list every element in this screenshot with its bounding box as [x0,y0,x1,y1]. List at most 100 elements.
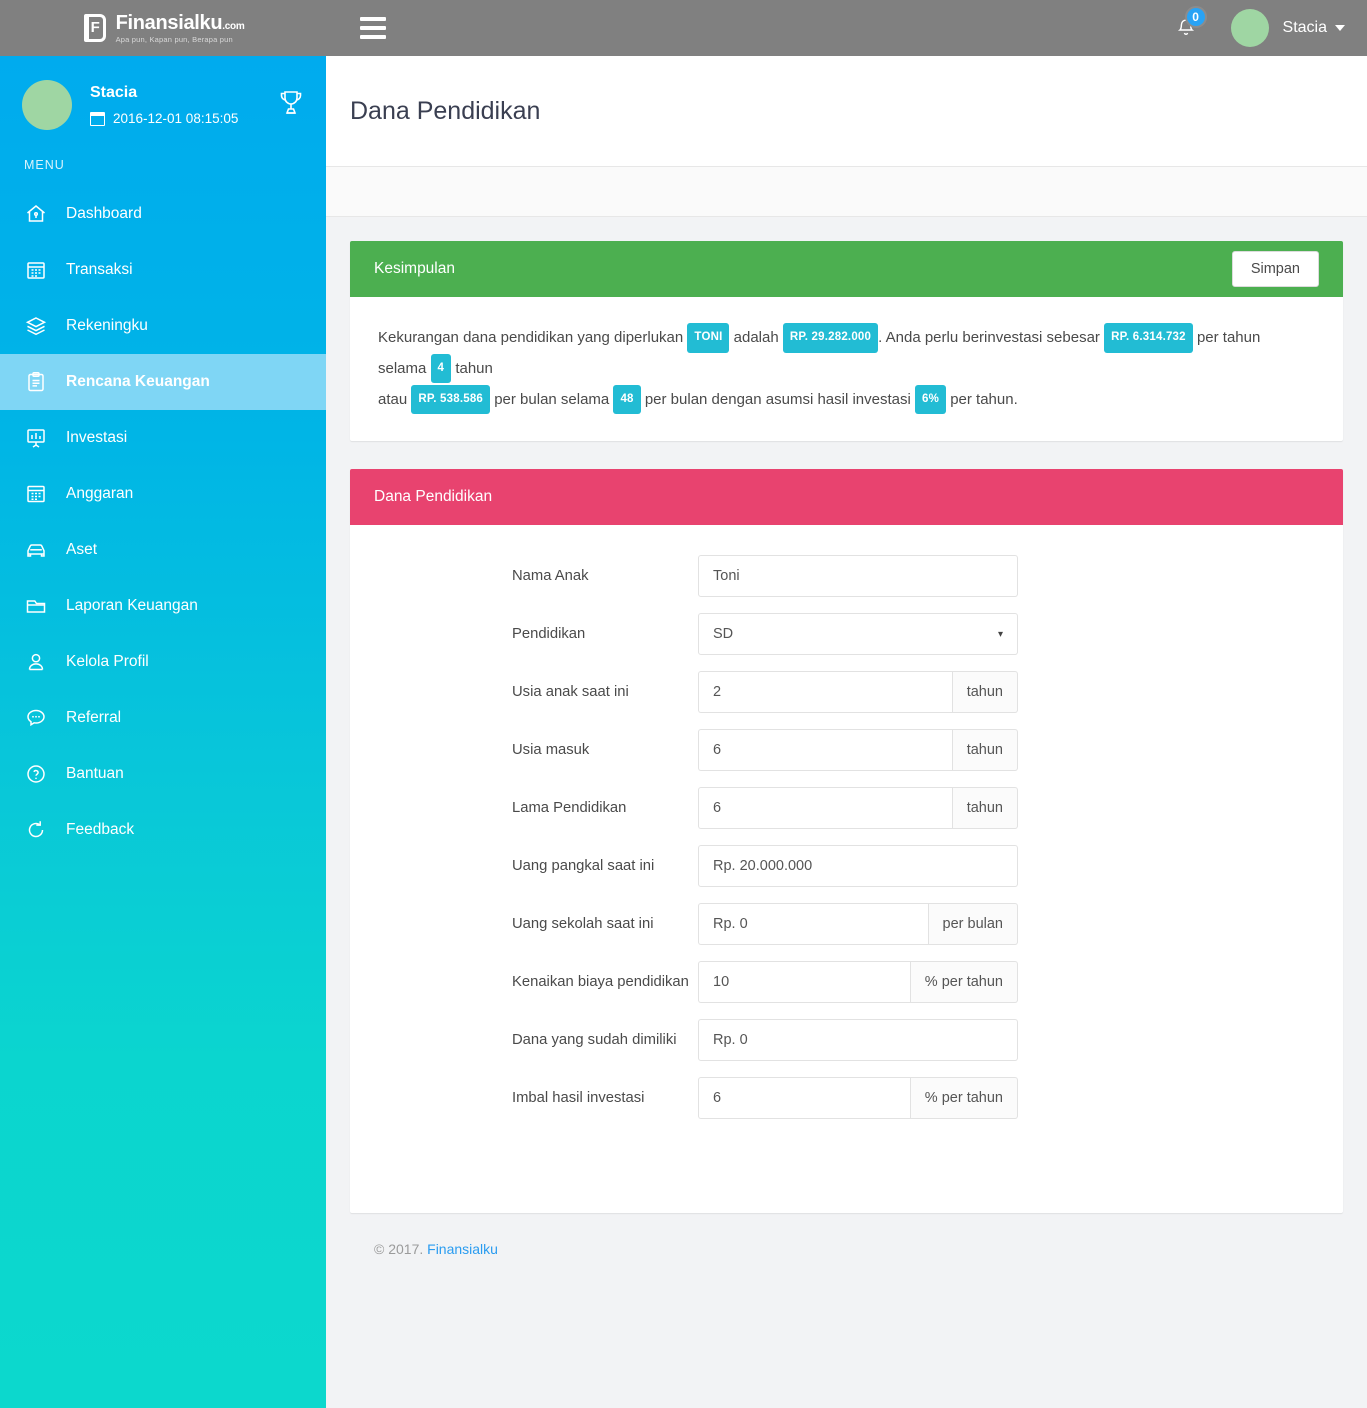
input-addon-kenaikan-biaya-pendidikan: % per tahun [909,961,1018,1004]
tag-return-rate: 6% [915,384,947,415]
trophy-icon[interactable] [278,89,304,122]
sidebar-item-label: Bantuan [66,765,124,782]
sidebar-item-aset[interactable]: Aset [0,522,326,578]
input-addon-uang-sekolah-saat-ini: per bulan [927,903,1018,946]
form-field-dana-yang-sudah-dimiliki: Rp. 0 [698,1019,1018,1062]
form-panel-body: Nama Anak Toni Pendidikan SD ▾ Usia anak saa… [350,525,1343,1213]
chevron-down-icon: ▾ [997,628,1003,640]
form-row: Imbal hasil investasi 6 % per tahun [350,1077,1343,1120]
sidebar-item-anggaran[interactable]: Anggaran [0,466,326,522]
footer-copyright: © 2017. [374,1241,424,1258]
input-usia-anak-saat-ini[interactable]: 2 [698,671,952,714]
tag-shortfall-amount: RP. 29.282.000 [782,323,879,353]
summary-line1-d: per tahun [1196,329,1261,346]
input-addon-usia-masuk: tahun [951,729,1018,772]
notifications-button[interactable]: 0 [1163,6,1209,48]
input-lama-pendidikan[interactable]: 6 [698,787,952,830]
sidebar-item-kelola-profil[interactable]: Kelola Profil [0,634,326,690]
sidebar-nav: Dashboard Transaksi Rekeningku Rencana Keua… [0,186,326,858]
form-row: Pendidikan SD ▾ [350,613,1343,656]
form-label-usia-anak-saat-ini: Usia anak saat ini [512,684,629,701]
sidebar-profile-info: Stacia 2016-12-01 08:15:05 [90,84,238,126]
user-menu-label[interactable]: Stacia [1283,19,1327,37]
input-usia-masuk[interactable]: 6 [698,729,952,772]
form-panel-title: Dana Pendidikan [374,488,493,506]
tag-yearly-investment: RP. 6.314.732 [1104,323,1193,353]
summary-line3-d: per tahun. [950,390,1018,408]
form-label-kenaikan-biaya-pendidikan: Kenaikan biaya pendidikan [512,974,689,991]
input-value-uang-sekolah-saat-ini: Rp. 0 [713,916,748,933]
sidebar-item-rencana-keuangan[interactable]: Rencana Keuangan [0,354,326,410]
sidebar-profile-name: Stacia [90,84,138,101]
brand-logo[interactable]: Finansialku.com Apa pun, Kapan pun, Bera… [0,0,326,56]
form-label-uang-sekolah-saat-ini: Uang sekolah saat ini [512,916,654,933]
user-icon [24,650,54,674]
footer-brand-link[interactable]: Finansialku [427,1241,498,1257]
avatar[interactable] [1230,9,1269,47]
input-uang-pangkal-saat-ini[interactable]: Rp. 20.000.000 [698,845,1018,888]
form-field-nama-anak: Toni [698,555,1018,598]
sidebar-item-label: Aset [66,541,98,558]
sidebar-item-label: Transaksi [66,261,133,278]
sidebar-item-dashboard[interactable]: Dashboard [0,186,326,242]
tag-months: 48 [613,384,641,415]
summary-line1-c: . Anda perlu berinvestasi sebesar [878,329,1100,346]
content-area: Kesimpulan Simpan Kekurangan dana pendid… [326,217,1367,1281]
form-field-usia-anak-saat-ini: 2 tahun [698,671,1018,714]
form-label-uang-pangkal-saat-ini: Uang pangkal saat ini [512,858,655,875]
sidebar-avatar[interactable] [22,80,72,130]
home-icon [24,202,54,226]
sidebar-item-rekeningku[interactable]: Rekeningku [0,298,326,354]
tag-child-name: TONI [687,323,730,353]
tag-years: 4 [430,353,452,384]
form-field-kenaikan-biaya-pendidikan: 10 % per tahun [698,961,1018,1004]
input-uang-sekolah-saat-ini[interactable]: Rp. 0 [698,903,928,946]
form-row: Kenaikan biaya pendidikan 10 % per tahun [350,961,1343,1004]
input-value-dana-yang-sudah-dimiliki: Rp. 0 [713,1032,748,1049]
input-addon-usia-anak-saat-ini: tahun [951,671,1018,714]
sidebar-item-label: Kelola Profil [66,653,149,670]
footer: © 2017. Finansialku [350,1241,1343,1257]
summary-text: Kekurangan dana pendidikan yang diperluk… [378,323,1317,415]
form-row: Uang pangkal saat ini Rp. 20.000.000 [350,845,1343,888]
sidebar-item-laporan-keuangan[interactable]: Laporan Keuangan [0,578,326,634]
brand-name-suffix: .com [222,20,245,32]
sidebar-item-bantuan[interactable]: Bantuan [0,746,326,802]
select-pendidikan[interactable]: SD ▾ [698,613,1018,656]
form-label-nama-anak: Nama Anak [512,568,589,585]
input-kenaikan-biaya-pendidikan[interactable]: 10 [698,961,910,1004]
sidebar-profile-date-row: 2016-12-01 08:15:05 [90,111,238,126]
hamburger-icon[interactable] [360,17,386,39]
input-nama-anak[interactable]: Toni [698,555,1018,598]
form-label-pendidikan: Pendidikan [512,626,586,643]
input-value-lama-pendidikan: 6 [713,800,722,817]
breadcrumb [326,167,1367,217]
form-label-dana-yang-sudah-dimiliki: Dana yang sudah dimiliki [512,1032,677,1049]
finansialku-logo-icon [82,13,108,43]
car-icon [24,538,54,562]
summary-line1-a: Kekurangan dana pendidikan yang diperluk… [378,329,684,346]
save-button[interactable]: Simpan [1231,251,1319,287]
grid-icon [24,482,54,506]
chevron-down-icon[interactable] [1335,25,1345,31]
summary-line3-a: atau [378,390,408,408]
sidebar-item-label: Referral [66,709,122,726]
sidebar-item-label: Investasi [66,429,128,446]
input-dana-yang-sudah-dimiliki[interactable]: Rp. 0 [698,1019,1018,1062]
summary-line1-b: adalah [733,329,779,346]
chart-board-icon [24,426,54,450]
summary-line2-a: selama [378,359,427,377]
sidebar-item-feedback[interactable]: Feedback [0,802,326,858]
sidebar-item-label: Dashboard [66,205,142,222]
sidebar-profile-date: 2016-12-01 08:15:05 [113,111,239,126]
main-content: Dana Pendidikan Kesimpulan Simpan Kekura… [326,56,1367,1408]
sidebar-item-transaksi[interactable]: Transaksi [0,242,326,298]
input-imbal-hasil-investasi[interactable]: 6 [698,1077,910,1120]
brand-tagline: Apa pun, Kapan pun, Berapa pun [115,34,233,44]
sidebar-item-label: Feedback [66,821,135,838]
folder-icon [24,594,54,618]
form-field-usia-masuk: 6 tahun [698,729,1018,772]
sidebar-item-referral[interactable]: Referral [0,690,326,746]
brand-name: Finansialku.com [116,13,245,33]
sidebar-item-investasi[interactable]: Investasi [0,410,326,466]
